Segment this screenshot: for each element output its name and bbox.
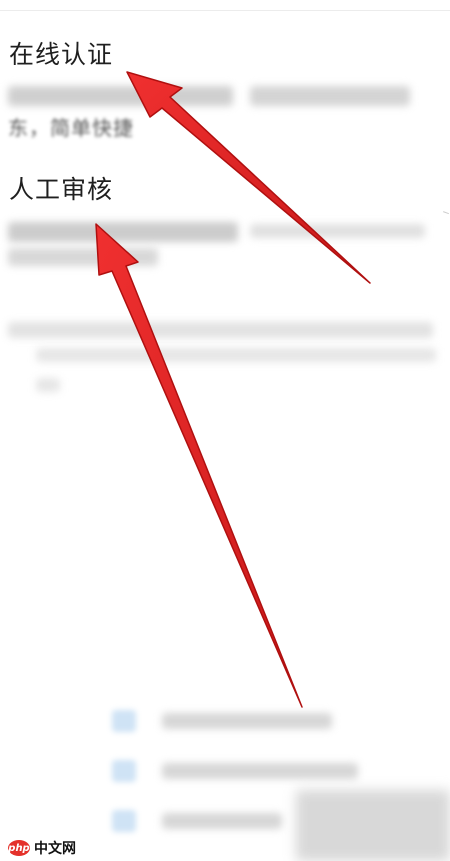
watermark: php 中文网 — [8, 838, 76, 858]
watermark-text: 中文网 — [34, 841, 76, 857]
red-arrow-icon — [95, 223, 303, 708]
annotation-arrows — [95, 71, 371, 708]
red-arrow-icon — [126, 71, 371, 284]
php-logo-icon: php — [8, 840, 30, 856]
